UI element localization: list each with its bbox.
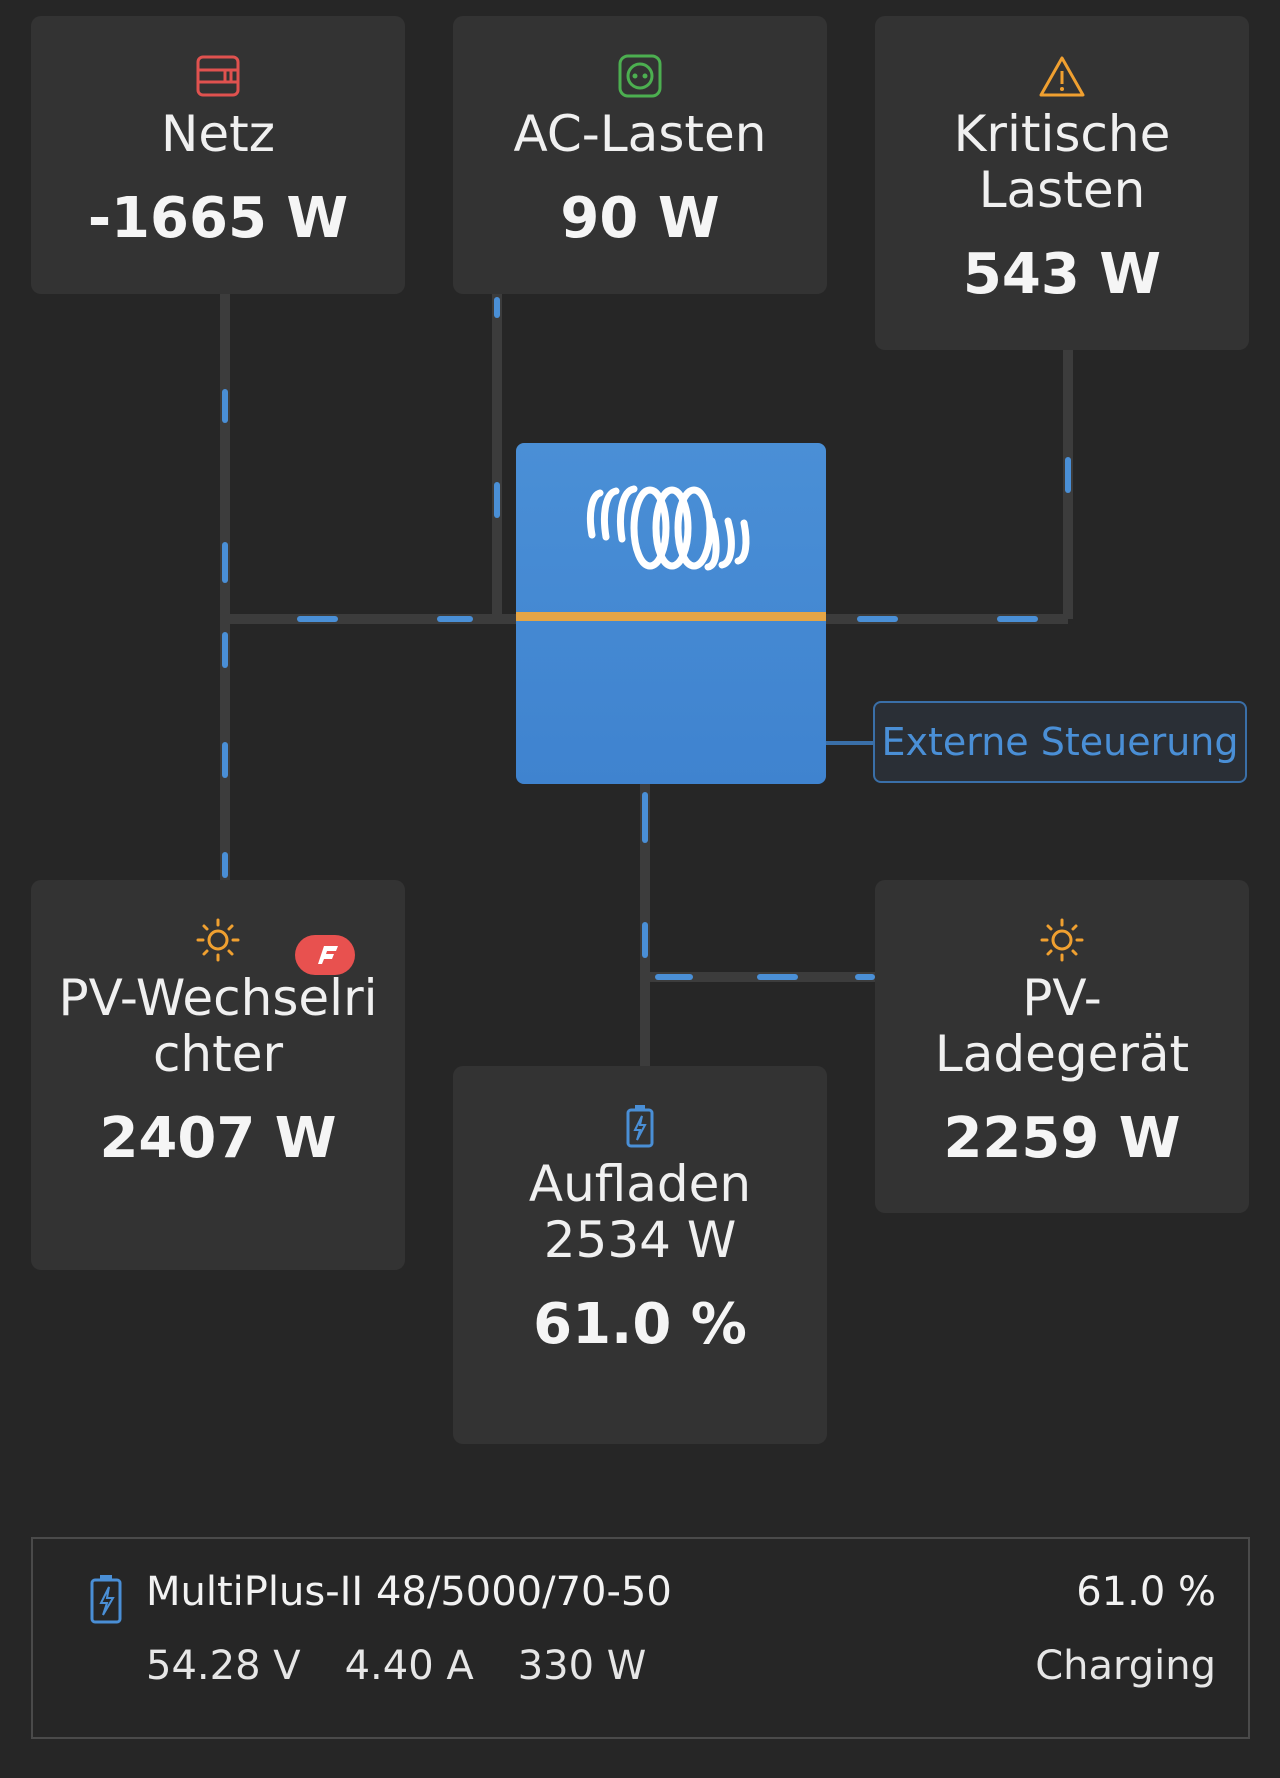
tile-grid[interactable]: Netz -1665 W — [31, 16, 405, 294]
tile-title: Kritische Lasten — [953, 105, 1171, 219]
summary-soc: 61.0 % — [1076, 1569, 1216, 1615]
external-control-label: Externe Steuerung — [881, 720, 1239, 764]
battery-power: 2534 W — [543, 1211, 737, 1269]
tile-value: 2259 W — [943, 1106, 1181, 1171]
summary-state: Charging — [1035, 1643, 1216, 1689]
grid-icon — [195, 52, 241, 100]
tile-title: PV-Wechselrichter — [58, 969, 378, 1083]
battery-soc: 61.0 % — [533, 1292, 747, 1357]
tile-value: 2407 W — [99, 1106, 337, 1171]
summary-power: 330 W — [517, 1643, 647, 1689]
tile-value: -1665 W — [87, 186, 349, 251]
battery-state-label: Aufladen — [528, 1155, 752, 1213]
battery-summary-panel[interactable]: MultiPlus-II 48/5000/70-50 61.0 % 54.28 … — [31, 1537, 1250, 1739]
battery-charging-icon — [625, 1102, 655, 1150]
tile-pv-inverter[interactable]: PV-Wechselrichter 2407 W — [31, 880, 405, 1270]
sun-icon — [1039, 916, 1085, 964]
inverter-block[interactable] — [516, 443, 826, 784]
tile-title: Netz — [160, 105, 275, 163]
tile-title: AC-Lasten — [513, 105, 767, 163]
summary-current: 4.40 A — [344, 1643, 474, 1689]
sun-icon — [195, 916, 241, 964]
battery-charging-icon — [89, 1573, 123, 1629]
tile-battery[interactable]: Aufladen 2534 W 61.0 % — [453, 1066, 827, 1444]
tile-title: PV-Ladegerät — [934, 969, 1190, 1083]
victron-logo-icon — [578, 473, 758, 587]
tile-value: 543 W — [962, 242, 1162, 307]
summary-voltage: 54.28 V — [146, 1643, 301, 1689]
tile-pv-charger[interactable]: PV-Ladegerät 2259 W — [875, 880, 1249, 1213]
fronius-badge-icon — [295, 935, 355, 975]
inverter-stripe — [516, 612, 826, 621]
socket-icon — [617, 52, 663, 100]
device-name: MultiPlus-II 48/5000/70-50 — [146, 1569, 672, 1615]
energy-overview: Netz -1665 W AC-Lasten 90 W Kritische La… — [0, 0, 1280, 1778]
tile-ac-loads[interactable]: AC-Lasten 90 W — [453, 16, 827, 294]
tile-critical-loads[interactable]: Kritische Lasten 543 W — [875, 16, 1249, 350]
warning-icon — [1038, 52, 1086, 100]
summary-metrics: 54.28 V 4.40 A 330 W — [146, 1643, 646, 1689]
external-control-button[interactable]: Externe Steuerung — [873, 701, 1247, 783]
tile-value: 90 W — [560, 186, 720, 251]
